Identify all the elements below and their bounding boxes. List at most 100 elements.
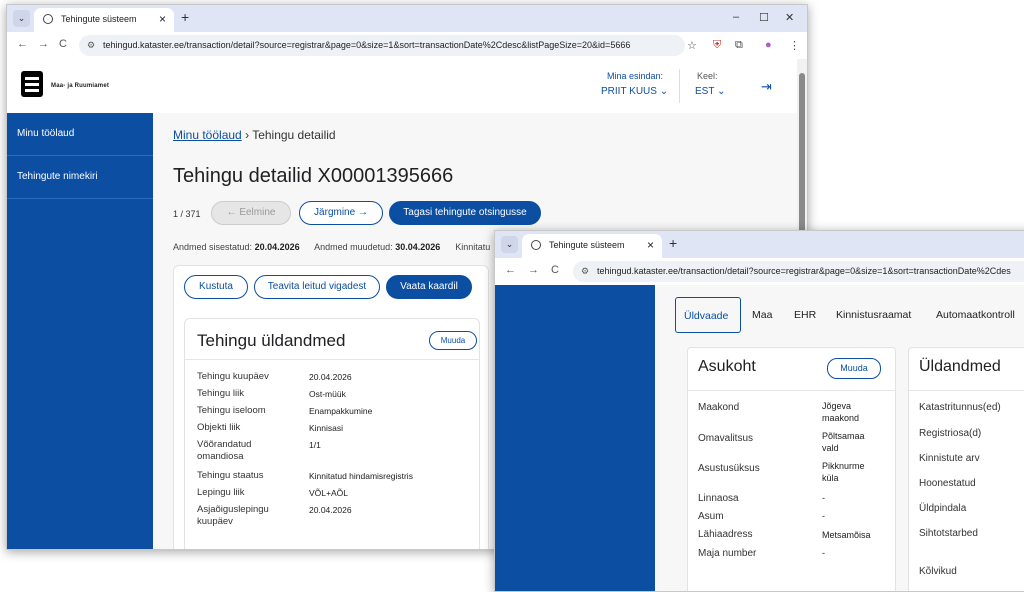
row-label: Tehingu kuupäev (197, 371, 269, 382)
minimize-icon[interactable]: – (733, 11, 739, 23)
row-value: VÕL+AÕL (309, 488, 348, 498)
bookmark-star-icon[interactable]: ☆ (687, 39, 697, 52)
edit-general-button[interactable]: Muuda (429, 331, 477, 350)
divider (185, 359, 479, 360)
forward-icon[interactable]: → (528, 264, 539, 276)
row-value: Enampakkumine (309, 406, 373, 416)
entered-value: 20.04.2026 (254, 242, 300, 252)
logout-icon[interactable]: ⇥ (761, 79, 772, 95)
row-value: Põltsamaa vald (822, 431, 865, 453)
coat-of-arms-icon[interactable] (21, 71, 43, 97)
confirmed-label: Kinnitatu (455, 242, 491, 252)
new-tab-icon[interactable]: + (181, 9, 189, 25)
general-title: Üldandmed (919, 358, 1001, 375)
url-text: tehingud.kataster.ee/transaction/detail?… (597, 266, 1011, 276)
row-value: Ost-müük (309, 389, 346, 399)
row-value: - (822, 493, 825, 503)
report-errors-button[interactable]: Teavita leitud vigadest (254, 275, 380, 299)
sidebar-item-dashboard[interactable]: Minu töölaud (7, 113, 153, 156)
divider (688, 390, 895, 391)
prev-button[interactable]: ← Eelmine (211, 201, 291, 225)
language-value: EST (695, 86, 715, 97)
general-panel: Üldandmed Katastritunnus(ed) Registriosa… (908, 347, 1024, 591)
site-header: Maa- ja Ruumiamet Mina esindan: PRIIT KU… (7, 59, 797, 114)
row-label: Maakond (698, 402, 740, 413)
tab-title: Tehingute süsteem (549, 240, 625, 250)
general-data-title: Tehingu üldandmed (197, 331, 346, 350)
row-label: Võõrandatud omandiosa (197, 439, 252, 462)
tab-land[interactable]: Maa (752, 297, 772, 333)
modified-label: Andmed muudetud: (314, 242, 393, 252)
tab-bar: ⌄ Tehingute süsteem × + – ☐ ✕ (7, 5, 807, 32)
tab-search-button[interactable]: ⌄ (13, 10, 30, 27)
transaction-card: Kustuta Teavita leitud vigadest Vaata ka… (173, 265, 489, 549)
tab-search-button[interactable]: ⌄ (501, 236, 518, 253)
reload-icon[interactable]: C (551, 264, 559, 276)
extensions-puzzle-icon[interactable]: ⧉ (735, 39, 743, 52)
tab-title: Tehingute süsteem (61, 14, 137, 24)
chevron-down-icon: ⌄ (717, 86, 726, 97)
tab-auto-check[interactable]: Automaatkontroll (936, 297, 1015, 333)
site-settings-icon[interactable]: ⚙ (581, 261, 589, 282)
chevron-down-icon: ⌄ (659, 86, 669, 97)
language-label: Keel: (697, 71, 718, 81)
tab-overview[interactable]: Üldvaade (675, 297, 741, 333)
row-label: Katastritunnus(ed) (919, 402, 1001, 413)
row-value: Kinnitatud hindamisregistris (309, 471, 413, 481)
row-label: Kinnistute arv (919, 453, 980, 464)
row-value: 20.04.2026 (309, 372, 352, 382)
address-bar: ← → C ⚙ tehingud.kataster.ee/transaction… (495, 258, 1024, 286)
browser-tab[interactable]: Tehingute süsteem × (34, 8, 174, 32)
logo-text[interactable]: Maa- ja Ruumiamet (51, 83, 109, 89)
site-settings-icon[interactable]: ⚙ (87, 35, 95, 56)
tab-ehr[interactable]: EHR (794, 297, 816, 333)
maximize-icon[interactable]: ☐ (759, 11, 769, 24)
back-icon[interactable]: ← (17, 38, 28, 50)
browser-window-secondary: ⌄ Tehingute süsteem × + ← → C ⚙ tehingud… (494, 230, 1024, 592)
close-tab-icon[interactable]: × (159, 12, 166, 26)
meta-info: Andmed sisestatud: 20.04.2026 Andmed muu… (173, 242, 490, 252)
row-label: Omavalitsus (698, 433, 754, 444)
back-icon[interactable]: ← (505, 264, 516, 276)
url-input[interactable]: ⚙ tehingud.kataster.ee/transaction/detai… (573, 261, 1024, 282)
language-select[interactable]: EST ⌄ (695, 86, 725, 97)
row-value: Pikknurme küla (822, 461, 865, 483)
location-panel: Asukoht Muuda Maakond Jõgeva maakond Oma… (687, 347, 896, 591)
row-label: Asjaõiguslepingu kuupäev (197, 504, 269, 527)
row-label: Tehingu iseloom (197, 405, 266, 416)
row-label: Kõlvikud (919, 566, 957, 577)
edit-location-button[interactable]: Muuda (827, 358, 881, 379)
tab-land-register[interactable]: Kinnistusraamat (836, 297, 911, 333)
row-value: Jõgeva maakond (822, 401, 860, 423)
modified-value: 30.04.2026 (395, 242, 441, 252)
delete-button[interactable]: Kustuta (184, 275, 248, 299)
new-tab-icon[interactable]: + (669, 235, 677, 251)
sidebar-item-transactions[interactable]: Tehingute nimekiri (7, 156, 153, 199)
represent-select[interactable]: PRIIT KUUS ⌄ (601, 86, 668, 97)
breadcrumb-link[interactable]: Minu töölaud (173, 128, 242, 142)
view-on-map-button[interactable]: Vaata kaardil (386, 275, 472, 299)
menu-kebab-icon[interactable]: ⋮ (789, 39, 800, 52)
url-input[interactable]: ⚙ tehingud.kataster.ee/transaction/detai… (79, 35, 685, 56)
url-text: tehingud.kataster.ee/transaction/detail?… (103, 40, 631, 50)
back-to-search-button[interactable]: Tagasi tehingute otsingusse (389, 201, 541, 225)
row-label: Maja number (698, 548, 757, 559)
close-window-icon[interactable]: ✕ (785, 11, 794, 24)
reload-icon[interactable]: C (59, 38, 67, 50)
location-title: Asukoht (698, 358, 756, 375)
row-value: Kinnisasi (309, 423, 344, 433)
row-label: Hoonestatud (919, 478, 976, 489)
browser-tab[interactable]: Tehingute süsteem × (522, 234, 662, 258)
row-label: Asustusüksus (698, 463, 760, 474)
main-content: Üldvaade Maa EHR Kinnistusraamat Automaa… (655, 285, 1024, 591)
row-value: - (822, 548, 825, 558)
row-label: Objekti liik (197, 422, 241, 433)
scrollbar-thumb[interactable] (799, 73, 805, 233)
row-label: Sihtotstarbed (919, 528, 978, 539)
forward-icon[interactable]: → (38, 38, 49, 50)
profile-avatar-icon[interactable]: ● (765, 39, 772, 51)
extension-shield-icon[interactable]: ⛨ (713, 39, 721, 52)
represent-label: Mina esindan: (607, 71, 664, 81)
next-button[interactable]: Järgmine → (299, 201, 383, 225)
close-tab-icon[interactable]: × (647, 238, 654, 252)
